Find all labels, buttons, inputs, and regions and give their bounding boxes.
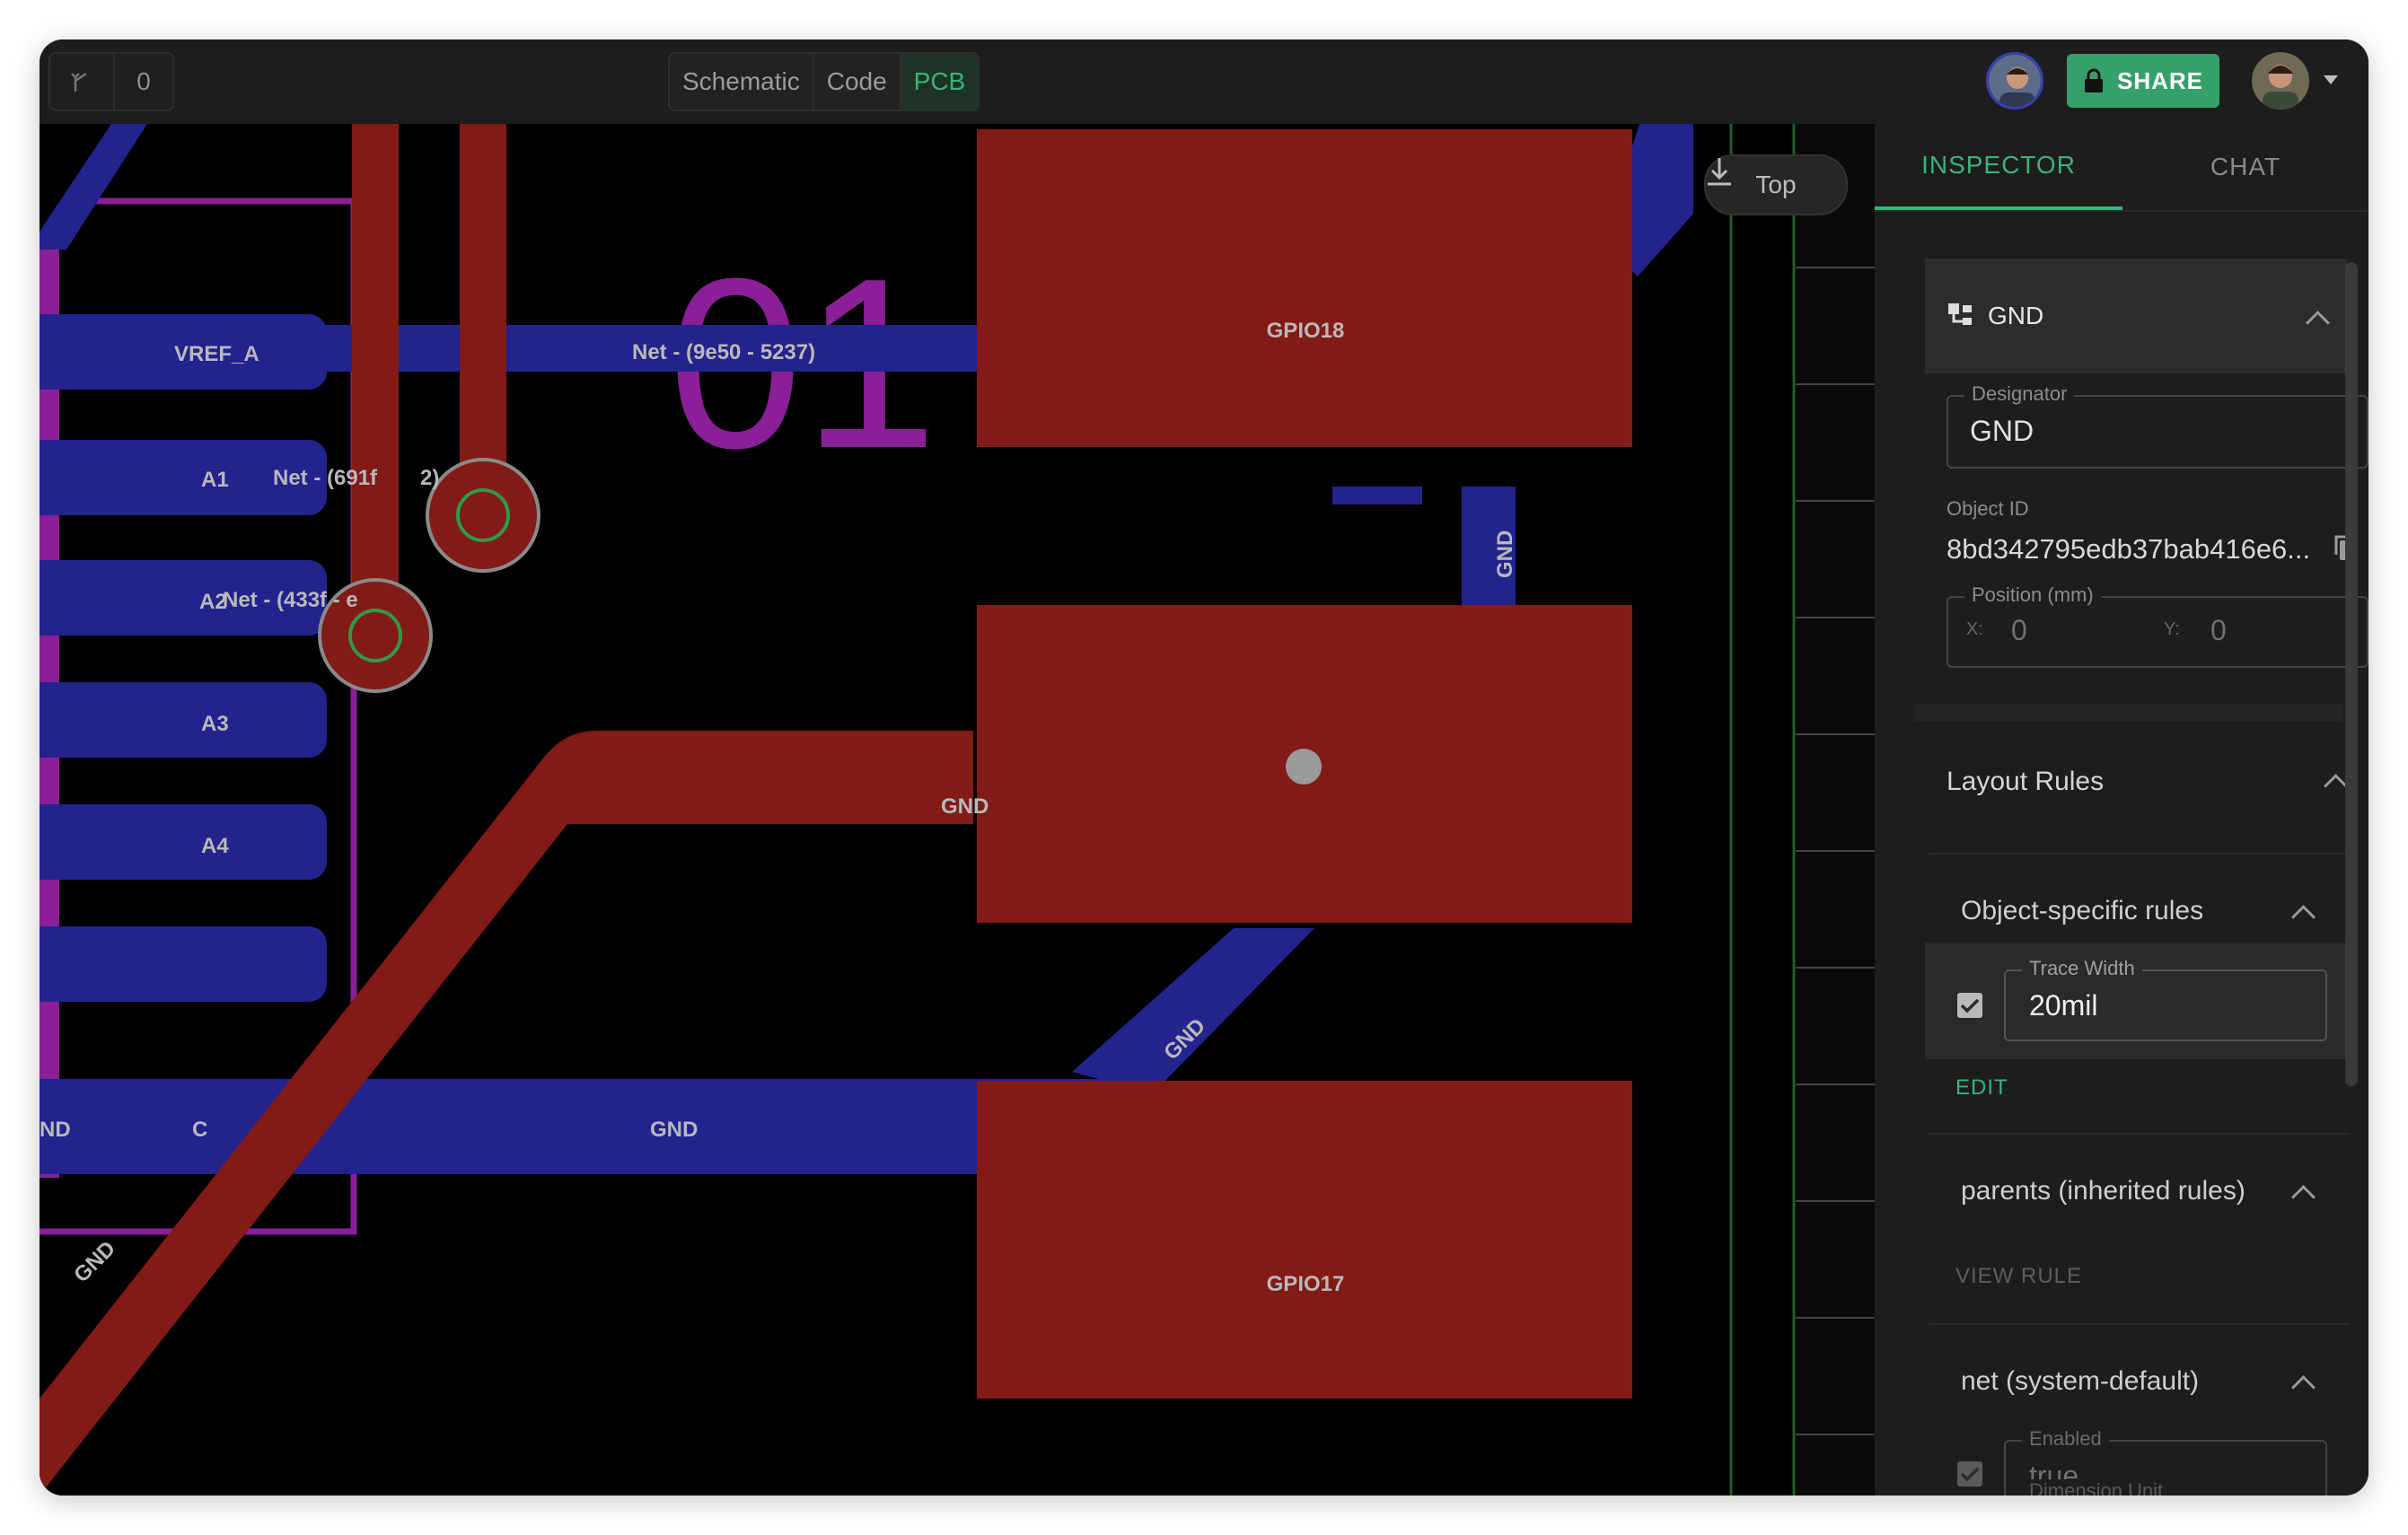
dimension-unit-label: Dimension Unit	[2022, 1479, 2171, 1496]
trace-width-checkbox[interactable]	[1957, 993, 1982, 1018]
lock-icon	[2084, 68, 2103, 92]
net-label-b: Net - (691f	[273, 466, 378, 490]
pad-gpio17[interactable]	[977, 1081, 1632, 1399]
panel-scrollbar[interactable]	[2345, 262, 2358, 1086]
tab-inspector[interactable]: INSPECTOR	[1875, 124, 2122, 210]
top-toolbar: 0 Schematic Code PCB SHARE	[40, 39, 2368, 124]
position-y-label: Y:	[2164, 619, 2180, 639]
layout-rules-title[interactable]: Layout Rules	[1947, 767, 2104, 797]
component-icon	[1948, 303, 1972, 325]
bottom-trace	[1332, 487, 1422, 504]
divider	[1929, 1133, 2351, 1135]
tab-pcb[interactable]: PCB	[901, 54, 979, 110]
pcb-canvas[interactable]: 01	[40, 124, 1875, 1496]
tab-code[interactable]: Code	[814, 54, 901, 110]
pad-label-gpio18: GPIO18	[1267, 319, 1345, 343]
share-label: SHARE	[2116, 66, 2203, 94]
designator-value: GND	[1970, 415, 2034, 447]
top-trace	[460, 124, 506, 483]
pad-gpio18[interactable]	[977, 129, 1632, 447]
object-header[interactable]: GND	[1925, 259, 2347, 373]
net-label-gnd: GND	[941, 794, 989, 819]
tab-chat[interactable]: CHAT	[2122, 124, 2368, 210]
change-count[interactable]: 0	[115, 54, 172, 110]
edit-rule-button[interactable]: EDIT	[1955, 1075, 2008, 1101]
designator-label: Designator	[1964, 382, 2075, 406]
board-edge	[1796, 124, 1875, 1496]
net-label-b-tail: 2)	[420, 466, 439, 490]
version-control[interactable]: 0	[48, 52, 174, 111]
user-avatar[interactable]	[2252, 52, 2309, 110]
net-label-a: Net - (9e50 - 5237)	[632, 340, 815, 364]
pin-label-a1: A1	[201, 468, 229, 492]
pin-label-a4: A4	[201, 834, 229, 858]
position-x-label: X:	[1966, 619, 1983, 639]
net-label-gnd-vertical: GND	[1493, 531, 1517, 578]
pin-a3[interactable]	[40, 682, 327, 758]
check-icon	[1960, 1467, 1980, 1482]
bottom-trace	[40, 124, 147, 250]
pcb-drawing[interactable]: 01	[40, 124, 1875, 1496]
view-rule-button[interactable]: VIEW RULE	[1955, 1264, 2082, 1289]
net-rules-title[interactable]: net (system-default)	[1961, 1366, 2199, 1397]
app-window: 0 Schematic Code PCB SHARE 01	[40, 39, 2368, 1496]
top-trace	[352, 124, 399, 591]
net-label-gnd-corner: GND	[69, 1236, 120, 1287]
position-field[interactable]	[1947, 596, 2368, 668]
net-label-gnd-partial: ND	[40, 1118, 71, 1142]
section-divider	[1914, 704, 2343, 722]
user-menu-caret-icon[interactable]	[2324, 75, 2338, 84]
collaborator-avatar[interactable]	[1986, 52, 2043, 110]
net-label-c-partial: C	[192, 1118, 207, 1142]
divider	[1929, 853, 2351, 855]
view-switcher[interactable]: Schematic Code PCB	[668, 52, 980, 111]
share-button[interactable]: SHARE	[2067, 54, 2219, 108]
object-rules-title[interactable]: Object-specific rules	[1961, 896, 2203, 926]
object-id-label: Object ID	[1947, 497, 2029, 521]
position-label: Position (mm)	[1964, 583, 2101, 607]
trace-width-label: Trace Width	[2022, 957, 2142, 980]
pin-label-vref-a: VREF_A	[174, 342, 259, 366]
pad-label-gpio17: GPIO17	[1267, 1272, 1345, 1296]
pin-a4[interactable]	[40, 804, 327, 880]
object-id-value: 8bd342795edb37bab416e6...	[1947, 533, 2311, 565]
layer-label: Top	[1755, 171, 1797, 198]
position-x-value[interactable]: 0	[2011, 614, 2027, 647]
collapse-chevron-icon[interactable]	[2306, 311, 2330, 335]
position-y-value[interactable]: 0	[2210, 614, 2227, 647]
branch-icon[interactable]	[50, 54, 115, 110]
check-icon	[1960, 998, 1980, 1013]
pin-label-a3: A3	[201, 712, 229, 736]
panel-tabs: INSPECTOR CHAT	[1875, 124, 2368, 212]
object-name: GND	[1988, 302, 2044, 329]
parents-rules-title[interactable]: parents (inherited rules)	[1961, 1176, 2245, 1206]
divider	[1929, 1323, 2351, 1325]
bottom-trace-gnd-diag	[1072, 928, 1314, 1093]
via[interactable]	[426, 458, 540, 573]
net-label-c: Net - (433f - e	[223, 588, 358, 612]
layer-toggle-button[interactable]: Top	[1704, 154, 1848, 215]
trace-width-value: 20mil	[2029, 989, 2098, 1022]
net-label-gnd-long: GND	[650, 1118, 698, 1142]
enabled-checkbox[interactable]	[1957, 1461, 1982, 1487]
pad-origin-marker	[1286, 749, 1322, 785]
download-icon	[1708, 158, 1731, 186]
pin-a5[interactable]	[40, 926, 327, 1002]
enabled-label: Enabled	[2022, 1427, 2109, 1451]
tab-schematic[interactable]: Schematic	[670, 54, 814, 110]
